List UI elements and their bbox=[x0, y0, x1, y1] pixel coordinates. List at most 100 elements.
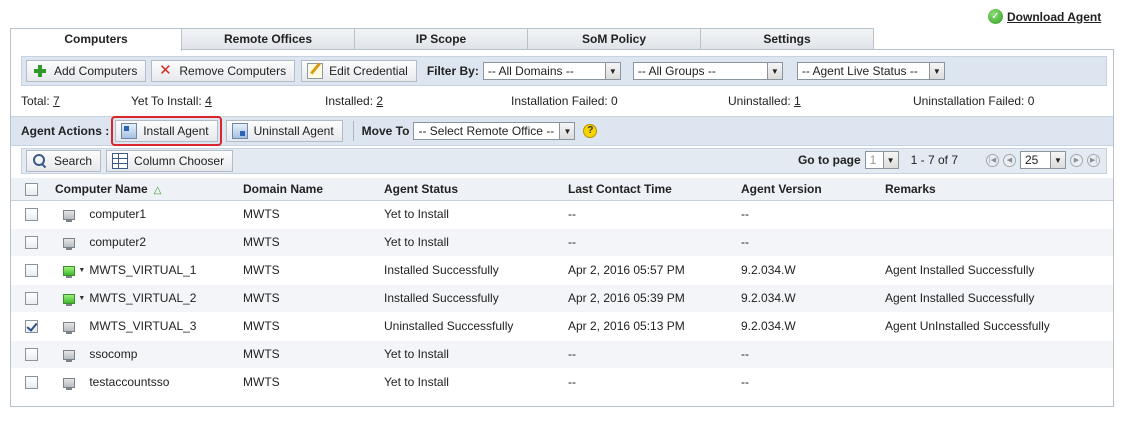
table-row[interactable]: computer1 MWTS Yet to Install -- -- bbox=[11, 200, 1113, 229]
computer-name-cell: MWTS_VIRTUAL_3 bbox=[47, 312, 243, 341]
tab-remote-offices[interactable]: Remote Offices bbox=[181, 28, 355, 50]
select-all-cell bbox=[11, 178, 47, 201]
sort-ascending-icon[interactable]: △ bbox=[154, 185, 162, 196]
last-contact-cell: Apr 2, 2016 05:39 PM bbox=[568, 284, 741, 313]
row-checkbox[interactable] bbox=[25, 376, 38, 390]
column-header-computer-name[interactable]: Computer Name △ bbox=[47, 178, 243, 201]
computers-table: Computer Name △ Domain Name Agent Status … bbox=[11, 178, 1113, 397]
computer-icon bbox=[63, 237, 75, 250]
tab-som-policy[interactable]: SoM Policy bbox=[527, 28, 701, 50]
page-size-select[interactable]: 25 ▼ bbox=[1020, 151, 1066, 169]
total-link[interactable]: 7 bbox=[53, 94, 60, 108]
agent-version-cell: -- bbox=[741, 340, 885, 369]
toolbar-divider bbox=[352, 121, 354, 141]
last-contact-cell: Apr 2, 2016 05:57 PM bbox=[568, 256, 741, 285]
download-check-icon: ✓ bbox=[988, 9, 1003, 24]
select-all-checkbox[interactable] bbox=[25, 182, 38, 196]
column-header-remarks[interactable]: Remarks bbox=[885, 178, 1113, 201]
chevron-down-icon: ▼ bbox=[766, 63, 782, 79]
remarks-cell: Agent UnInstalled Successfully bbox=[885, 312, 1113, 341]
help-icon[interactable]: ? bbox=[583, 124, 598, 138]
last-contact-cell: -- bbox=[568, 228, 741, 257]
chevron-down-icon: ▼ bbox=[1050, 152, 1065, 168]
agent-version-cell: 9.2.034.W bbox=[741, 256, 885, 285]
column-chooser-button[interactable]: Column Chooser bbox=[106, 150, 234, 172]
installed-link[interactable]: 2 bbox=[376, 94, 383, 108]
chevron-down-icon: ▼ bbox=[928, 63, 944, 79]
page-number-value: 1 bbox=[869, 153, 877, 167]
row-checkbox[interactable] bbox=[25, 236, 38, 250]
agent-status-cell: Yet to Install bbox=[384, 368, 568, 397]
chevron-down-icon: ▼ bbox=[559, 123, 575, 139]
computer-icon bbox=[63, 293, 75, 306]
install-agent-button[interactable]: Install Agent bbox=[115, 120, 218, 142]
remarks-cell bbox=[885, 228, 1113, 257]
stat-installed: Installed: 2 bbox=[325, 94, 384, 108]
remarks-cell bbox=[885, 200, 1113, 229]
main-toolbar: Add Computers ✕ Remove Computers Edit Cr… bbox=[21, 56, 1107, 86]
domain-filter-value: -- All Domains -- bbox=[487, 64, 574, 78]
table-row[interactable]: MWTS_VIRTUAL_3 MWTS Uninstalled Successful… bbox=[11, 312, 1113, 341]
plus-icon bbox=[32, 63, 48, 79]
column-header-last-contact-time[interactable]: Last Contact Time bbox=[568, 178, 741, 201]
yet-to-install-link[interactable]: 4 bbox=[205, 94, 212, 108]
table-row[interactable]: ssocomp MWTS Yet to Install -- -- bbox=[11, 340, 1113, 369]
domain-cell: MWTS bbox=[243, 368, 384, 397]
table-row[interactable]: ▼ MWTS_VIRTUAL_1 MWTS Installed Successfull… bbox=[11, 256, 1113, 285]
computer-name: MWTS_VIRTUAL_1 bbox=[89, 263, 197, 277]
table-row[interactable]: computer2 MWTS Yet to Install -- -- bbox=[11, 228, 1113, 257]
column-header-agent-version[interactable]: Agent Version bbox=[741, 178, 885, 201]
agent-version-cell: -- bbox=[741, 368, 885, 397]
tab-ip-scope[interactable]: IP Scope bbox=[354, 28, 528, 50]
column-header-agent-status[interactable]: Agent Status bbox=[384, 178, 568, 201]
row-checkbox[interactable] bbox=[25, 320, 38, 334]
column-header-domain-name[interactable]: Domain Name bbox=[243, 178, 384, 201]
pagination: Go to page 1 ▼ 1 - 7 of 7 |◀ ◀ 25 ▼ ▶ ▶| bbox=[798, 151, 1100, 169]
domain-filter-select[interactable]: -- All Domains -- ▼ bbox=[482, 62, 621, 80]
next-page-icon[interactable]: ▶ bbox=[1070, 153, 1083, 167]
remove-computers-label: Remove Computers bbox=[179, 64, 287, 78]
last-page-icon[interactable]: ▶| bbox=[1087, 153, 1100, 167]
computer-name-cell: testaccountsso bbox=[47, 368, 243, 397]
agent-version-cell: 9.2.034.W bbox=[741, 312, 885, 341]
add-computers-label: Add Computers bbox=[54, 64, 138, 78]
remove-computers-button[interactable]: ✕ Remove Computers bbox=[151, 60, 296, 82]
stat-uninstalled: Uninstalled: 1 bbox=[728, 94, 801, 108]
uninstall-agent-label: Uninstall Agent bbox=[253, 124, 334, 138]
add-computers-button[interactable]: Add Computers bbox=[26, 60, 147, 82]
agent-status-cell: Yet to Install bbox=[384, 228, 568, 257]
row-checkbox[interactable] bbox=[25, 348, 38, 362]
expand-caret-icon[interactable]: ▼ bbox=[78, 267, 86, 274]
table-row[interactable]: testaccountsso MWTS Yet to Install -- -- bbox=[11, 368, 1113, 397]
computer-name: ssocomp bbox=[89, 347, 138, 361]
remarks-cell bbox=[885, 340, 1113, 369]
edit-credential-button[interactable]: Edit Credential bbox=[301, 60, 417, 82]
table-row[interactable]: ▼ MWTS_VIRTUAL_2 MWTS Installed Successfull… bbox=[11, 284, 1113, 313]
computer-name-cell: computer1 bbox=[47, 200, 243, 229]
live-status-filter-select[interactable]: -- Agent Live Status -- ▼ bbox=[796, 62, 945, 80]
row-select-cell bbox=[11, 368, 47, 397]
search-button[interactable]: Search bbox=[26, 150, 102, 172]
download-agent-label[interactable]: Download Agent bbox=[1007, 10, 1101, 24]
last-contact-cell: -- bbox=[568, 200, 741, 229]
remarks-cell bbox=[885, 368, 1113, 397]
row-checkbox[interactable] bbox=[25, 264, 38, 278]
first-page-icon[interactable]: |◀ bbox=[986, 153, 999, 167]
group-filter-select[interactable]: -- All Groups -- ▼ bbox=[632, 62, 783, 80]
domain-cell: MWTS bbox=[243, 312, 384, 341]
page-number-select[interactable]: 1 ▼ bbox=[864, 151, 899, 169]
domain-cell: MWTS bbox=[243, 284, 384, 313]
tab-computers[interactable]: Computers bbox=[10, 28, 182, 51]
install-agent-icon bbox=[121, 123, 138, 139]
uninstall-agent-button[interactable]: Uninstall Agent bbox=[225, 120, 343, 142]
remote-office-select[interactable]: -- Select Remote Office -- ▼ bbox=[413, 122, 576, 140]
expand-caret-icon[interactable]: ▼ bbox=[78, 295, 86, 302]
row-checkbox[interactable] bbox=[25, 208, 38, 222]
row-checkbox[interactable] bbox=[25, 292, 38, 306]
edit-credential-label: Edit Credential bbox=[329, 64, 408, 78]
tab-settings[interactable]: Settings bbox=[700, 28, 874, 50]
agent-actions-label: Agent Actions : bbox=[21, 124, 110, 138]
uninstalled-link[interactable]: 1 bbox=[794, 94, 801, 108]
download-agent-link[interactable]: ✓ Download Agent bbox=[988, 9, 1101, 24]
previous-page-icon[interactable]: ◀ bbox=[1003, 153, 1016, 167]
